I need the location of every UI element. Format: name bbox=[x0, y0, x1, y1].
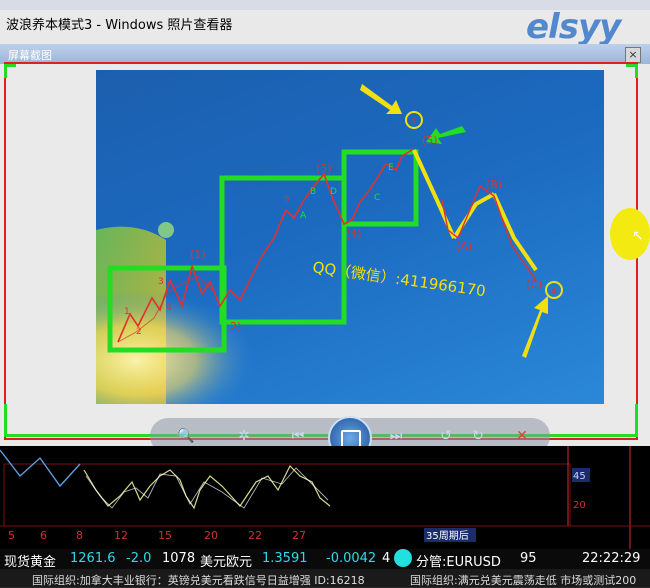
x-tick-8: 8 bbox=[76, 529, 83, 542]
capture-titlebar: 屏幕截图 × bbox=[0, 44, 650, 64]
scale-label-20: 20 bbox=[573, 500, 586, 511]
window-title: 波浪养本模式3 - Windows 照片查看器 bbox=[6, 18, 233, 33]
eur-label: 美元欧元 bbox=[200, 555, 253, 570]
corner-marker-tr-v bbox=[635, 64, 638, 78]
news-bar: 国际组织:加拿大丰业银行：英镑兑美元看跌信号日益增强 ID:16218 国际组织… bbox=[0, 569, 650, 587]
mgmt-label: 分管:EURUSD bbox=[416, 555, 501, 570]
gold-price: 1261.6 bbox=[70, 551, 116, 566]
period-label: 35周期后 bbox=[426, 530, 469, 542]
close-button[interactable]: × bbox=[625, 47, 641, 63]
x-tick-20: 20 bbox=[204, 529, 218, 542]
right-green-line bbox=[635, 404, 638, 437]
gold-label: 现货黄金 bbox=[4, 555, 57, 570]
cursor-icon: ↖ bbox=[632, 228, 644, 244]
x-tick-12: 12 bbox=[114, 529, 128, 542]
next-button[interactable]: ⏭ bbox=[386, 426, 406, 446]
gold-change: -2.0 bbox=[126, 551, 152, 566]
eur-extra: 4 bbox=[382, 551, 391, 566]
x-tick-5: 5 bbox=[8, 529, 15, 542]
trading-terminal: 45 20 35周期后 5 6 8 12 15 20 22 27 现货黄金 12… bbox=[0, 446, 650, 587]
title-bar: 波浪养本模式3 - Windows 照片查看器 elsyy bbox=[0, 0, 650, 47]
capture-title: 屏幕截图 bbox=[8, 49, 52, 62]
status-dot bbox=[394, 549, 412, 567]
previous-button[interactable]: ⏮ bbox=[288, 426, 308, 446]
search-icon[interactable]: 🔍 bbox=[176, 426, 196, 446]
settings-icon[interactable]: ✲ bbox=[234, 426, 254, 446]
gold-volume: 1078 bbox=[162, 551, 196, 566]
delete-button[interactable]: ✕ bbox=[512, 426, 532, 446]
scale-label-45: 45 bbox=[573, 471, 586, 482]
red-capture-frame bbox=[4, 62, 638, 440]
price-ticker: 现货黄金 1261.6 -2.0 1078 美元欧元 1.3591 -0.004… bbox=[0, 549, 650, 570]
news-item-1[interactable]: 国际组织:加拿大丰业银行：英镑兑美元看跌信号日益增强 ID:16218 bbox=[32, 572, 365, 588]
cursor-highlight bbox=[610, 208, 650, 260]
rotate-cw-button[interactable]: ↻ bbox=[468, 426, 488, 446]
x-tick-22: 22 bbox=[248, 529, 262, 542]
oscillator-chart: 45 20 35周期后 5 6 8 12 15 20 22 27 bbox=[0, 446, 650, 549]
eur-price: 1.3591 bbox=[262, 551, 308, 566]
x-tick-15: 15 bbox=[158, 529, 172, 542]
x-tick-27: 27 bbox=[292, 529, 306, 542]
left-green-line bbox=[4, 404, 7, 437]
eur-change: -0.0042 bbox=[326, 551, 377, 566]
clock: 22:22:29 bbox=[582, 551, 641, 566]
watermark-logo: elsyy bbox=[526, 7, 621, 47]
x-tick-6: 6 bbox=[40, 529, 47, 542]
corner-marker-tl-v bbox=[4, 64, 7, 78]
rotate-ccw-button[interactable]: ↺ bbox=[436, 426, 456, 446]
news-item-2[interactable]: 国际组织:满元兑美元震荡走低 市场或测试200 bbox=[410, 572, 636, 588]
mgmt-value: 95 bbox=[520, 551, 537, 566]
